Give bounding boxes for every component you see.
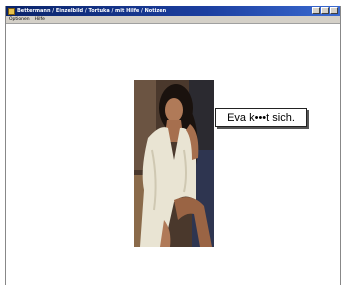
- maximize-button[interactable]: [321, 7, 329, 14]
- menu-bar: Optionen Hilfe: [6, 16, 340, 24]
- window-controls: [312, 7, 338, 14]
- image-viewer-area: Eva k•••t sich.: [6, 24, 340, 285]
- window-title: Bettermann / Einzelbild / Tortuka / mit …: [17, 8, 167, 14]
- caption-bubble: Eva k•••t sich.: [215, 108, 307, 127]
- app-window: Bettermann / Einzelbild / Tortuka / mit …: [5, 6, 341, 285]
- displayed-photo: [134, 80, 214, 247]
- menu-hilfe[interactable]: Hilfe: [35, 16, 45, 24]
- close-button[interactable]: [330, 7, 338, 14]
- minimize-button[interactable]: [312, 7, 320, 14]
- title-bar[interactable]: Bettermann / Einzelbild / Tortuka / mit …: [6, 6, 340, 16]
- app-icon[interactable]: [8, 7, 15, 15]
- menu-optionen[interactable]: Optionen: [9, 16, 30, 24]
